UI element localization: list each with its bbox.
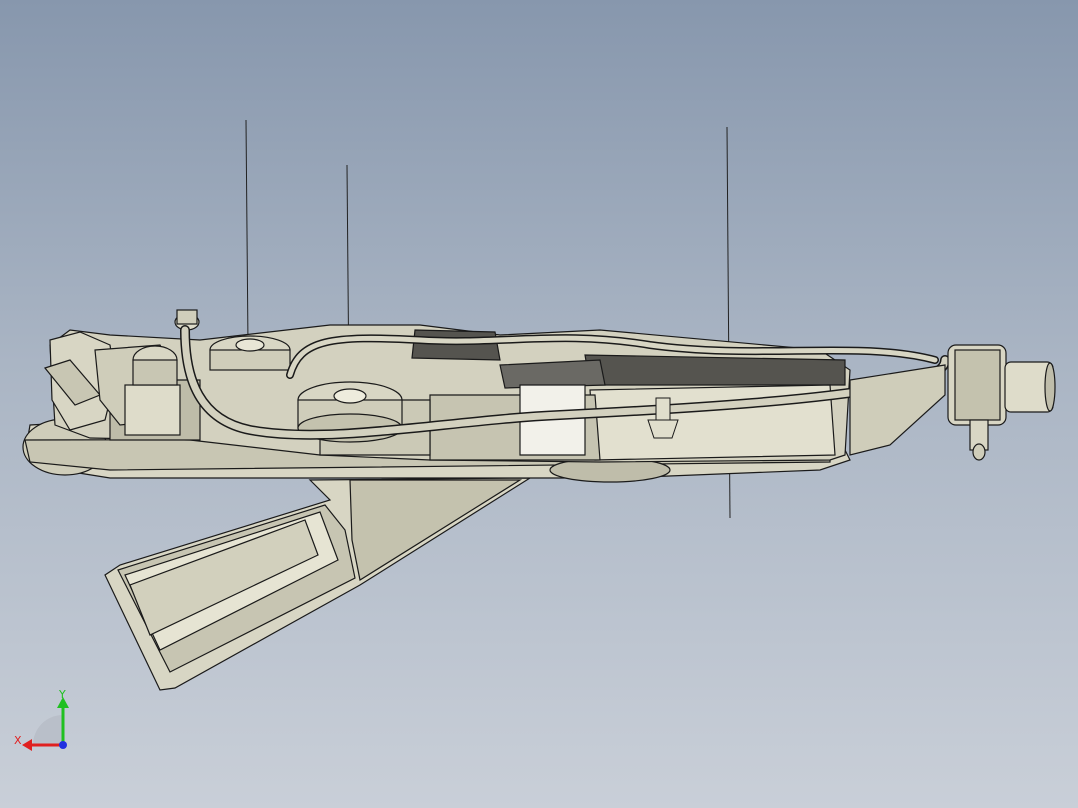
x-axis-arrowhead: [22, 739, 32, 751]
3d-graphics-viewport[interactable]: Y X: [0, 0, 1078, 808]
cad-model-view[interactable]: Y X: [0, 0, 1078, 808]
reference-axis-line: [245, 119, 249, 346]
z-axis-dot: [59, 741, 67, 749]
x-axis-label: X: [14, 734, 22, 747]
connector-part[interactable]: [849, 344, 1056, 461]
handle-part[interactable]: [104, 477, 533, 691]
axis-triad: Y X: [14, 688, 69, 751]
y-axis-label: Y: [58, 688, 66, 701]
triad-plane-quadrant: [33, 715, 63, 745]
